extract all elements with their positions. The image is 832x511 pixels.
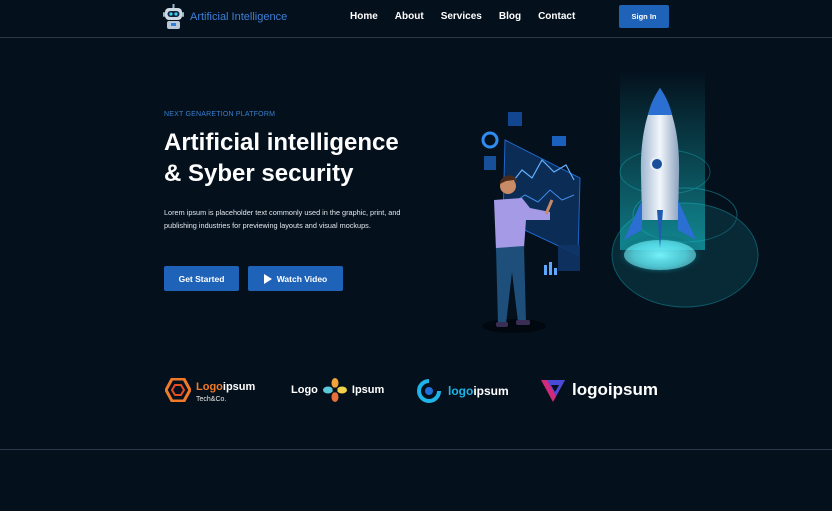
- watch-video-button[interactable]: Watch Video: [248, 266, 343, 291]
- bar-widget-1: [544, 265, 547, 275]
- bar-widget-3: [554, 268, 557, 275]
- logo3-b: ipsum: [473, 384, 509, 398]
- logo2-left: Logo: [291, 384, 318, 396]
- headline-line-2: & Syber security: [164, 160, 354, 187]
- logo2-right: Ipsum: [351, 384, 385, 396]
- triangle-logo-icon: [541, 380, 565, 402]
- nav-about[interactable]: About: [395, 11, 424, 22]
- pie-widget: [481, 131, 499, 149]
- flower-logo-icon: [322, 378, 347, 402]
- person-legs: [496, 246, 526, 324]
- partner-logo-logoipsum-techco: Logoipsum Tech&Co.: [165, 377, 255, 403]
- top-navbar: Artificial Intelligence Home About Servi…: [0, 0, 832, 38]
- bar-widget-2: [549, 262, 552, 275]
- rocket-window: [650, 157, 664, 171]
- spiral-logo-icon: [417, 379, 441, 403]
- hero-illustration: [481, 70, 759, 333]
- dashboard-card: [552, 136, 566, 146]
- hero-headline: Artificial intelligence & Syber security: [164, 127, 464, 189]
- main-nav: Home About Services Blog Contact: [350, 11, 575, 22]
- logo1-text: Logoipsum Tech&Co.: [196, 377, 255, 403]
- nav-services[interactable]: Services: [441, 11, 482, 22]
- logo1-main-b: ipsum: [222, 381, 256, 393]
- partner-logo-logo-ipsum: Logo Ipsum: [291, 378, 384, 402]
- brand[interactable]: Artificial Intelligence: [163, 4, 287, 30]
- logo3-a: logo: [448, 384, 474, 398]
- get-started-button[interactable]: Get Started: [164, 266, 239, 291]
- logo1-main-a: Logo: [196, 381, 223, 393]
- brand-name: Artificial Intelligence: [190, 11, 288, 23]
- logo4-text: logoipsum: [572, 380, 658, 399]
- logo3-text: logoipsum: [448, 382, 509, 400]
- play-icon: [263, 273, 272, 284]
- dashboard-widget: [508, 112, 522, 126]
- nav-home[interactable]: Home: [350, 11, 378, 22]
- person-shoe-right: [516, 320, 530, 325]
- logo1-subtitle: Tech&Co.: [196, 396, 227, 403]
- nav-contact[interactable]: Contact: [538, 11, 575, 22]
- nav-blog[interactable]: Blog: [499, 11, 521, 22]
- sign-in-button[interactable]: Sign In: [619, 5, 669, 28]
- hero-description: Lorem ipsum is placeholder text commonly…: [164, 208, 401, 230]
- headline-line-1: Artificial intelligence: [164, 129, 399, 156]
- person-shoe-left: [496, 322, 508, 327]
- side-panel-1: [484, 156, 496, 170]
- watch-video-label: Watch Video: [276, 273, 328, 284]
- section-divider: [0, 449, 832, 450]
- person-shadow: [482, 319, 546, 333]
- partner-logo-logoipsum-cyan: logoipsum: [415, 377, 509, 405]
- robot-icon: [163, 4, 184, 29]
- partner-logo-logoipsum-bold: logoipsum: [539, 376, 658, 404]
- side-panel-2: [558, 245, 580, 271]
- hero-eyebrow: NEXT GENARETION PLATFORM: [164, 111, 276, 118]
- hexagon-logo-icon: [165, 378, 191, 402]
